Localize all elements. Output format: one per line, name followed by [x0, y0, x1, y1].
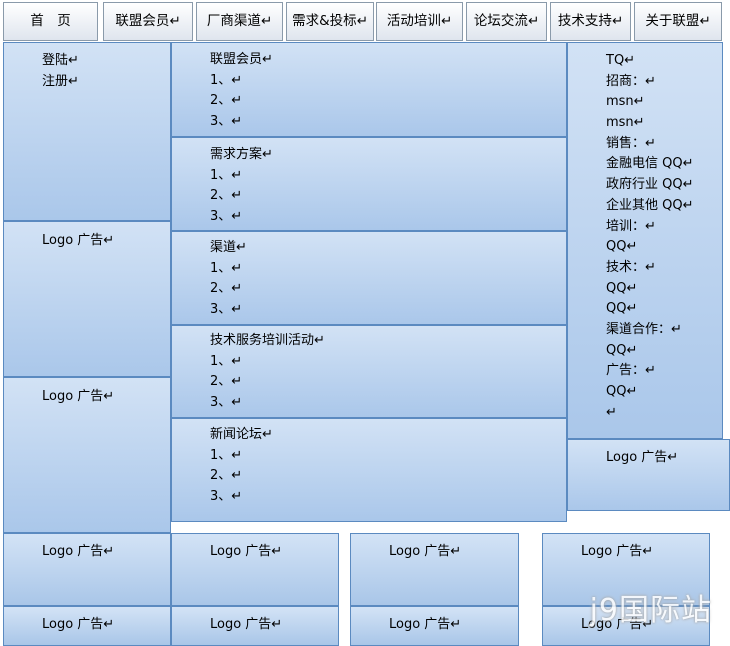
ad-label: Logo 广告↵ [42, 617, 115, 632]
list-item[interactable]: 3、↵ [210, 207, 273, 228]
bottom-ad[interactable]: Logo 广告↵ [3, 606, 171, 646]
list-item[interactable]: 1、↵ [210, 259, 247, 280]
tab-members[interactable]: 联盟会员↵ [103, 2, 193, 41]
login-panel: 登陆↵ 注册↵ [3, 42, 171, 221]
ad-label: Logo 广告↵ [210, 544, 283, 559]
tab-about[interactable]: 关于联盟↵ [634, 2, 722, 41]
list-item[interactable]: 1、↵ [210, 71, 273, 92]
section-title[interactable]: 需求方案↵ [210, 145, 273, 166]
contact-item: QQ↵ [606, 384, 638, 399]
tab-label: 联盟会员↵ [115, 13, 181, 29]
contact-item: QQ↵ [606, 342, 638, 358]
contact-item: QQ↵ [606, 239, 638, 255]
ad-label: Logo 广告↵ [389, 544, 462, 559]
contact-item: 技术：↵ [606, 259, 656, 275]
left-ad-1[interactable]: Logo 广告↵ [3, 221, 171, 377]
contact-item: 政府行业 QQ↵ [606, 177, 694, 193]
contact-item: QQ↵ [606, 301, 638, 317]
bottom-ad[interactable]: Logo 广告↵ [350, 606, 519, 646]
section-news-forum: 新闻论坛↵ 1、↵ 2、↵ 3、↵ [171, 418, 567, 522]
list-item[interactable]: 2、↵ [210, 186, 273, 207]
list-item[interactable]: 3、↵ [210, 112, 273, 133]
contact-item: msn↵ [606, 94, 645, 110]
register-link[interactable]: 注册↵ [42, 72, 79, 93]
tab-label: 需求&投标↵ [292, 13, 368, 29]
contact-item: 渠道合作：↵ [606, 321, 682, 337]
list-item[interactable]: 1、↵ [210, 166, 273, 187]
bottom-ad[interactable]: Logo 广告↵ [350, 533, 519, 606]
section-tech-training: 技术服务培训活动↵ 1、↵ 2、↵ 3、↵ [171, 325, 567, 418]
ad-label: Logo 广告↵ [389, 617, 462, 632]
tab-demand-bidding[interactable]: 需求&投标↵ [286, 2, 374, 41]
watermark: j9国际站 [589, 593, 712, 628]
list-item[interactable]: 1、↵ [210, 352, 325, 373]
contact-item: 销售：↵ [606, 135, 656, 151]
tab-home[interactable]: 首 页 [3, 2, 98, 41]
section-channel: 渠道↵ 1、↵ 2、↵ 3、↵ [171, 231, 567, 325]
ad-label: Logo 广告↵ [42, 544, 115, 559]
list-item[interactable]: 2、↵ [210, 466, 273, 487]
bottom-ad[interactable]: Logo 广告↵ [171, 533, 339, 606]
bottom-ad[interactable]: Logo 广告↵ [171, 606, 339, 646]
section-title[interactable]: 渠道↵ [210, 238, 247, 259]
tab-label: 关于联盟↵ [645, 13, 711, 29]
left-ad-2[interactable]: Logo 广告↵ [3, 377, 171, 533]
contact-item: msn↵ [606, 115, 645, 131]
section-title[interactable]: 新闻论坛↵ [210, 425, 273, 446]
tab-training[interactable]: 活动培训↵ [376, 2, 463, 41]
login-link[interactable]: 登陆↵ [42, 51, 79, 72]
ad-label: Logo 广告↵ [42, 233, 115, 248]
contact-item: 金融电信 QQ↵ [606, 156, 694, 172]
contact-item: ↵ [606, 404, 617, 420]
tab-label: 厂商渠道↵ [206, 13, 273, 29]
right-ad[interactable]: Logo 广告↵ [567, 439, 730, 511]
list-item[interactable]: 1、↵ [210, 446, 273, 467]
section-title[interactable]: 联盟会员↵ [210, 50, 273, 71]
contact-item: 广告：↵ [606, 363, 656, 379]
bottom-ad[interactable]: Logo 广告↵ [3, 533, 171, 606]
ad-label: Logo 广告↵ [581, 544, 654, 559]
list-item[interactable]: 3、↵ [210, 393, 325, 414]
list-item[interactable]: 3、↵ [210, 487, 273, 508]
section-members: 联盟会员↵ 1、↵ 2、↵ 3、↵ [171, 42, 567, 137]
tab-label: 活动培训↵ [386, 13, 453, 29]
list-item[interactable]: 2、↵ [210, 279, 247, 300]
contact-item: TQ↵ [606, 53, 636, 68]
ad-label: Logo 广告↵ [210, 617, 283, 632]
tab-label: 技术支持↵ [557, 13, 624, 29]
section-demand: 需求方案↵ 1、↵ 2、↵ 3、↵ [171, 137, 567, 231]
list-item[interactable]: 3、↵ [210, 300, 247, 321]
contact-item: QQ↵ [606, 280, 638, 296]
tab-label: 首 页 [30, 13, 71, 29]
contact-item: 企业其他 QQ↵ [606, 197, 694, 213]
tab-forum[interactable]: 论坛交流↵ [466, 2, 547, 41]
contact-panel: TQ↵ 招商：↵ msn↵ msn↵ 销售：↵ 金融电信 QQ↵ 政府行业 QQ↵ 企业其他 … [567, 42, 723, 439]
contact-list: TQ↵ 招商：↵ msn↵ msn↵ 销售：↵ 金融电信 QQ↵ 政府行业 QQ↵ 企业其他 … [606, 51, 694, 423]
ad-label: Logo 广告↵ [42, 389, 115, 404]
list-item[interactable]: 2、↵ [210, 372, 325, 393]
section-title[interactable]: 技术服务培训活动↵ [210, 331, 325, 352]
ad-label: Logo 广告↵ [606, 450, 679, 465]
tab-tech-support[interactable]: 技术支持↵ [550, 2, 631, 41]
tab-vendor-channel[interactable]: 厂商渠道↵ [196, 2, 283, 41]
tab-label: 论坛交流↵ [473, 13, 540, 29]
list-item[interactable]: 2、↵ [210, 91, 273, 112]
contact-item: 培训：↵ [606, 218, 656, 234]
contact-item: 招商：↵ [606, 73, 656, 89]
